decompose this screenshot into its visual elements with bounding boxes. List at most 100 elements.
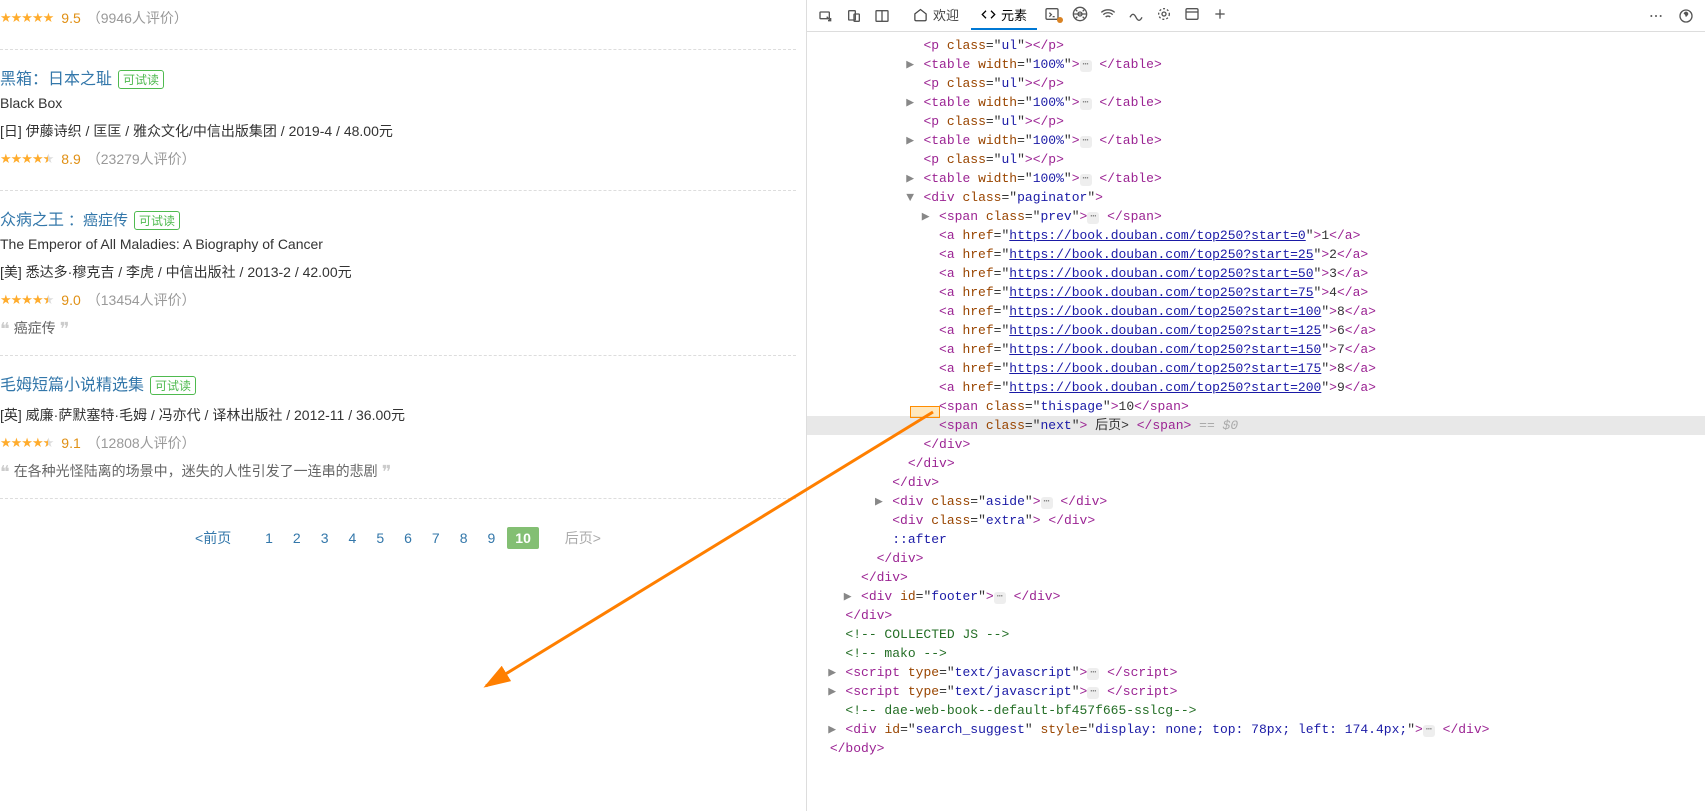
dom-node-line[interactable]: <a href="https://book.douban.com/top250?… bbox=[807, 245, 1705, 264]
dom-node-line[interactable]: <p class="ul"></p> bbox=[807, 150, 1705, 169]
paginator-page[interactable]: 8 bbox=[452, 527, 476, 549]
dom-node-line[interactable]: <a href="https://book.douban.com/top250?… bbox=[807, 264, 1705, 283]
add-tab-icon[interactable] bbox=[1207, 1, 1233, 27]
rating-count: （12808人评价） bbox=[87, 433, 196, 453]
try-read-badge[interactable]: 可试读 bbox=[150, 376, 196, 395]
page-content: ★★★★★9.5（9946人评价）黑箱：日本之耻可试读Black Box[日] … bbox=[0, 0, 806, 811]
tree-toggle-icon[interactable]: ▶ bbox=[827, 663, 838, 682]
dom-node-line[interactable]: </div> bbox=[807, 549, 1705, 568]
dom-node-line[interactable]: ▶ <div id="search_suggest" style="displa… bbox=[807, 720, 1705, 739]
try-read-badge[interactable]: 可试读 bbox=[118, 70, 164, 89]
book-title-link[interactable]: 毛姆短篇小说精选集 bbox=[0, 377, 144, 394]
tree-toggle-icon[interactable]: ▶ bbox=[827, 682, 838, 701]
book-en-title: The Emperor of All Maladies: A Biography… bbox=[0, 236, 796, 252]
dom-node-line[interactable]: ▶ <div id="footer">⋯ </div> bbox=[807, 587, 1705, 606]
help-icon[interactable] bbox=[1673, 3, 1699, 29]
devtools-panel: 欢迎 元素 bbox=[806, 0, 1705, 811]
dom-node-line[interactable]: <a href="https://book.douban.com/top250?… bbox=[807, 302, 1705, 321]
rating-number: 9.5 bbox=[61, 10, 80, 26]
dom-node-line[interactable]: ▶ <script type="text/javascript">⋯ </scr… bbox=[807, 682, 1705, 701]
dom-node-line[interactable]: <span class="thispage">10</span> bbox=[807, 397, 1705, 416]
dom-node-line[interactable]: <a href="https://book.douban.com/top250?… bbox=[807, 226, 1705, 245]
dom-node-line[interactable]: ▶ <table width="100%">⋯ </table> bbox=[807, 131, 1705, 150]
book-en-title: Black Box bbox=[0, 95, 796, 111]
book-title-link[interactable]: 众病之王 bbox=[0, 212, 64, 229]
paginator-page[interactable]: 1 bbox=[257, 527, 281, 549]
tree-toggle-icon[interactable]: ▶ bbox=[920, 207, 931, 226]
dom-node-line[interactable]: </div> bbox=[807, 568, 1705, 587]
dom-node-line[interactable]: ▶ <table width="100%">⋯ </table> bbox=[807, 93, 1705, 112]
dom-node-line[interactable]: </div> bbox=[807, 606, 1705, 625]
rating-number: 9.1 bbox=[61, 435, 80, 451]
paginator-page[interactable]: 5 bbox=[368, 527, 392, 549]
book-meta: [英] 威廉·萨默塞特·毛姆 / 冯亦代 / 译林出版社 / 2012-11 /… bbox=[0, 405, 796, 425]
tree-toggle-icon[interactable]: ▶ bbox=[905, 169, 916, 188]
paginator-page[interactable]: 7 bbox=[424, 527, 448, 549]
dom-node-line[interactable]: <a href="https://book.douban.com/top250?… bbox=[807, 378, 1705, 397]
inspect-element-icon[interactable] bbox=[813, 3, 839, 29]
dom-node-line[interactable]: ▶ <table width="100%">⋯ </table> bbox=[807, 55, 1705, 74]
dom-node-line[interactable]: <p class="ul"></p> bbox=[807, 74, 1705, 93]
tab-welcome[interactable]: 欢迎 bbox=[903, 1, 969, 30]
dom-node-line[interactable]: <div class="extra"> </div> bbox=[807, 511, 1705, 530]
paginator: <前页 12345678910 后页> bbox=[0, 499, 796, 562]
stars-icon: ★★★★★ bbox=[0, 10, 53, 26]
more-icon[interactable] bbox=[1643, 3, 1669, 29]
dom-tree[interactable]: <p class="ul"></p> ▶ <table width="100%"… bbox=[807, 32, 1705, 811]
dom-node-line[interactable]: ▶ <div class="aside">⋯ </div> bbox=[807, 492, 1705, 511]
book-title-link[interactable]: 黑箱：日本之耻 bbox=[0, 71, 112, 88]
book-subtitle: ：癌症传 bbox=[68, 212, 128, 229]
dom-node-line[interactable]: </body> bbox=[807, 739, 1705, 758]
dom-node-line[interactable]: <!-- COLLECTED JS --> bbox=[807, 625, 1705, 644]
dom-node-line[interactable]: <p class="ul"></p> bbox=[807, 112, 1705, 131]
dom-node-line[interactable]: <!-- dae-web-book--default-bf457f665-ssl… bbox=[807, 701, 1705, 720]
device-toggle-icon[interactable] bbox=[841, 3, 867, 29]
book-item: 毛姆短篇小说精选集可试读 [英] 威廉·萨默塞特·毛姆 / 冯亦代 / 译林出版社… bbox=[0, 356, 796, 499]
stars-icon: ★★★★★ bbox=[0, 151, 53, 167]
stars-icon: ★★★★★ bbox=[0, 435, 53, 451]
tree-toggle-icon[interactable]: ▶ bbox=[842, 587, 853, 606]
paginator-page[interactable]: 4 bbox=[341, 527, 365, 549]
tab-elements[interactable]: 元素 bbox=[971, 1, 1037, 30]
dom-node-line[interactable]: </div> bbox=[807, 473, 1705, 492]
rating-number: 8.9 bbox=[61, 151, 80, 167]
application-icon[interactable] bbox=[1179, 1, 1205, 27]
dom-node-line[interactable]: ::after bbox=[807, 530, 1705, 549]
paginator-page[interactable]: 3 bbox=[313, 527, 337, 549]
dom-node-line[interactable]: <a href="https://book.douban.com/top250?… bbox=[807, 321, 1705, 340]
network-icon[interactable] bbox=[1095, 1, 1121, 27]
tree-toggle-icon[interactable]: ▼ bbox=[905, 188, 916, 207]
paginator-page[interactable]: 2 bbox=[285, 527, 309, 549]
dom-node-line[interactable]: </div> bbox=[807, 435, 1705, 454]
book-item: ★★★★★9.5（9946人评价） bbox=[0, 8, 796, 50]
dom-node-line[interactable]: <!-- mako --> bbox=[807, 644, 1705, 663]
dom-node-line[interactable]: ▶ <span class="prev">⋯ </span> bbox=[807, 207, 1705, 226]
console-icon[interactable] bbox=[1039, 1, 1065, 27]
paginator-next: 后页> bbox=[557, 525, 609, 551]
tree-toggle-icon[interactable]: ▶ bbox=[905, 93, 916, 112]
dom-node-line[interactable]: <a href="https://book.douban.com/top250?… bbox=[807, 340, 1705, 359]
quote-open-icon: ❝ bbox=[0, 462, 10, 482]
dom-node-line[interactable]: </div> bbox=[807, 454, 1705, 473]
performance-icon[interactable] bbox=[1123, 1, 1149, 27]
memory-icon[interactable] bbox=[1151, 1, 1177, 27]
dom-node-line[interactable]: <a href="https://book.douban.com/top250?… bbox=[807, 283, 1705, 302]
dom-node-line[interactable]: ▶ <script type="text/javascript">⋯ </scr… bbox=[807, 663, 1705, 682]
dom-node-line[interactable]: <p class="ul"></p> bbox=[807, 36, 1705, 55]
sources-icon[interactable] bbox=[1067, 1, 1093, 27]
book-meta: [日] 伊藤诗织 / 匡匡 / 雅众文化/中信出版集团 / 2019-4 / 4… bbox=[0, 121, 796, 141]
tree-toggle-icon[interactable]: ▶ bbox=[827, 720, 838, 739]
dom-node-line[interactable]: ▶ <table width="100%">⋯ </table> bbox=[807, 169, 1705, 188]
dom-node-line[interactable]: ▼ <div class="paginator"> bbox=[807, 188, 1705, 207]
dock-icon[interactable] bbox=[869, 3, 895, 29]
dom-node-line[interactable]: <span class="next"> 后页> </span> == $0 bbox=[807, 416, 1705, 435]
paginator-prev[interactable]: <前页 bbox=[187, 525, 239, 551]
book-quote: ❝在各种光怪陆离的场景中，迷失的人性引发了一连串的悲剧❞ bbox=[0, 461, 796, 483]
tree-toggle-icon[interactable]: ▶ bbox=[905, 55, 916, 74]
dom-node-line[interactable]: <a href="https://book.douban.com/top250?… bbox=[807, 359, 1705, 378]
tree-toggle-icon[interactable]: ▶ bbox=[905, 131, 916, 150]
paginator-page[interactable]: 9 bbox=[480, 527, 504, 549]
try-read-badge[interactable]: 可试读 bbox=[134, 211, 180, 230]
tree-toggle-icon[interactable]: ▶ bbox=[873, 492, 884, 511]
paginator-page[interactable]: 6 bbox=[396, 527, 420, 549]
